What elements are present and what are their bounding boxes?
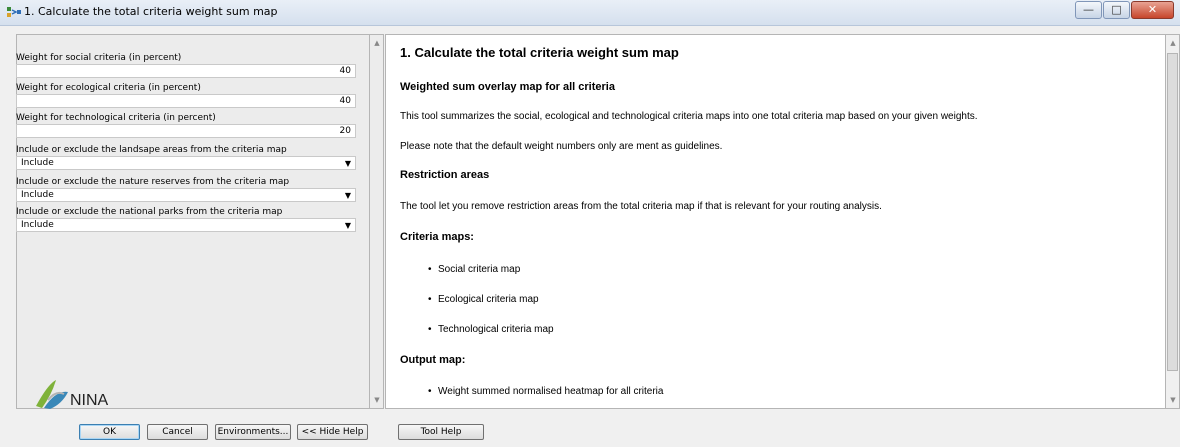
cancel-button[interactable]: Cancel	[147, 424, 208, 440]
help-panel: 1. Calculate the total criteria weight s…	[385, 34, 1166, 409]
select-value: Include	[21, 190, 54, 200]
help-scrollbar[interactable]: ▲ ▼	[1166, 34, 1180, 409]
list-item: Social criteria map	[428, 264, 520, 275]
window-title: 1. Calculate the total criteria weight s…	[24, 5, 278, 18]
scroll-down-icon[interactable]: ▼	[1166, 396, 1180, 404]
scroll-down-icon[interactable]: ▼	[370, 396, 384, 404]
help-paragraph: This tool summarizes the social, ecologi…	[400, 111, 978, 122]
param-social-weight: Weight for social criteria (in percent) …	[16, 52, 356, 78]
nina-logo	[36, 380, 68, 409]
help-paragraph: Please note that the default weight numb…	[400, 141, 723, 152]
param-technological-weight: Weight for technological criteria (in pe…	[16, 112, 356, 138]
help-section-heading: Output map:	[400, 354, 466, 366]
ecological-weight-input[interactable]: 40	[16, 94, 356, 108]
national-parks-select[interactable]: Include ▼	[16, 218, 356, 232]
param-national-parks: Include or exclude the national parks fr…	[16, 206, 356, 232]
minimize-button[interactable]: —	[1075, 1, 1102, 19]
list-item: Ecological criteria map	[428, 294, 539, 305]
parameters-scrollbar[interactable]: ▲ ▼	[370, 34, 384, 409]
chevron-down-icon[interactable]: ▼	[345, 220, 351, 232]
tool-help-button[interactable]: Tool Help	[398, 424, 484, 440]
chevron-down-icon[interactable]: ▼	[345, 158, 351, 170]
maximize-button[interactable]: □	[1103, 1, 1130, 19]
scroll-up-icon[interactable]: ▲	[1166, 39, 1180, 47]
environments-button[interactable]: Environments...	[215, 424, 291, 440]
social-weight-input[interactable]: 40	[16, 64, 356, 78]
help-paragraph: The tool let you remove restriction area…	[400, 201, 882, 212]
title-bar: 1. Calculate the total criteria weight s…	[0, 0, 1180, 26]
list-item: Technological criteria map	[428, 324, 554, 335]
scroll-thumb[interactable]	[1167, 53, 1178, 371]
technological-weight-input[interactable]: 20	[16, 124, 356, 138]
hide-help-button[interactable]: << Hide Help	[297, 424, 368, 440]
tool-icon	[7, 7, 21, 17]
param-ecological-weight: Weight for ecological criteria (in perce…	[16, 82, 356, 108]
chevron-down-icon[interactable]: ▼	[345, 190, 351, 202]
select-value: Include	[21, 220, 54, 230]
list-item: Weight summed normalised heatmap for all…	[428, 386, 663, 397]
param-nature-reserves: Include or exclude the nature reserves f…	[16, 176, 356, 202]
param-label: Include or exclude the national parks fr…	[16, 207, 283, 217]
param-label: Include or exclude the landsape areas fr…	[16, 145, 287, 155]
help-section-heading: Weighted sum overlay map for all criteri…	[400, 81, 615, 93]
close-button[interactable]: ✕	[1131, 1, 1174, 19]
nature-reserves-select[interactable]: Include ▼	[16, 188, 356, 202]
help-section-heading: Restriction areas	[400, 169, 490, 181]
close-icon: ✕	[1147, 3, 1158, 16]
select-value: Include	[21, 158, 54, 168]
param-label: Weight for technological criteria (in pe…	[16, 113, 216, 123]
maximize-icon: □	[1111, 3, 1122, 16]
ok-button[interactable]: OK	[79, 424, 140, 440]
param-label: Weight for ecological criteria (in perce…	[16, 83, 201, 93]
help-section-heading: Criteria maps:	[400, 231, 474, 243]
help-title: 1. Calculate the total criteria weight s…	[400, 45, 679, 60]
param-landscape-areas: Include or exclude the landsape areas fr…	[16, 144, 356, 170]
param-label: Weight for social criteria (in percent)	[16, 53, 182, 63]
param-label: Include or exclude the nature reserves f…	[16, 177, 290, 187]
minimize-icon: —	[1083, 3, 1094, 16]
landscape-areas-select[interactable]: Include ▼	[16, 156, 356, 170]
scroll-up-icon[interactable]: ▲	[370, 39, 384, 47]
logo-text: NINA	[70, 392, 109, 409]
